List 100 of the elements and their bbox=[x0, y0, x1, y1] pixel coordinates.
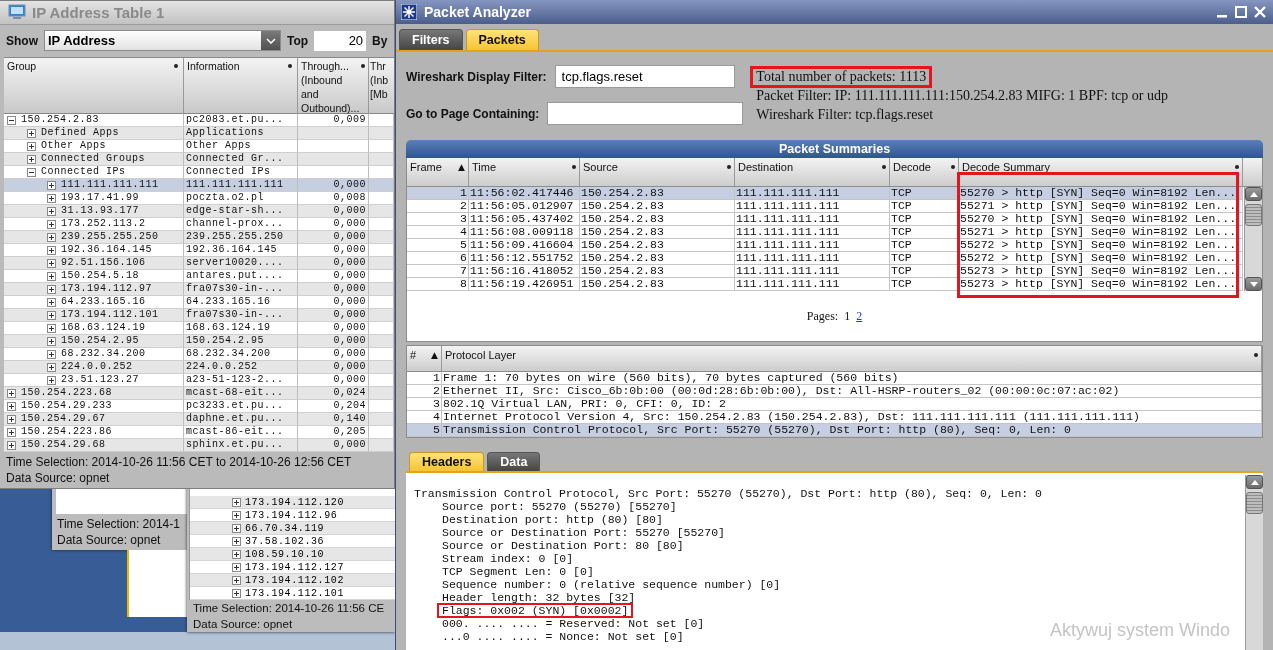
expand-icon[interactable] bbox=[47, 271, 56, 281]
tree-item[interactable]: Other Apps bbox=[41, 140, 106, 152]
tree-item[interactable]: Header length: 32 bytes [32] bbox=[442, 591, 636, 604]
tree-item[interactable]: 150.254.5.18 bbox=[61, 270, 139, 282]
table-row[interactable]: 8 11:56:19.426951 150.254.2.83 111.111.111.111 TCP 55273 > http [SYN] Seq=0 Win=8192 Len... bbox=[407, 278, 1243, 291]
tree-item[interactable]: Sequence number: 0 (relative sequence number) [0] bbox=[442, 578, 781, 591]
tree-item[interactable]: Stream index: 0 [0] bbox=[442, 552, 574, 565]
expand-icon[interactable] bbox=[27, 154, 36, 164]
table-row[interactable]: 5 11:56:09.416604 150.254.2.83 111.111.111.111 TCP 55272 > http [SYN] Seq=0 Win=8192 Len... bbox=[407, 239, 1243, 252]
column-header[interactable]: Destination bbox=[738, 160, 878, 174]
table-row[interactable]: 150.254.2.95 150.254.2.95 0,000 bbox=[4, 335, 394, 348]
column-header[interactable]: Decode bbox=[893, 160, 947, 174]
expand-icon[interactable] bbox=[47, 245, 56, 255]
table-row[interactable]: 2 11:56:05.012907 150.254.2.83 111.111.111.111 TCP 55271 > http [SYN] Seq=0 Win=8192 Len... bbox=[407, 200, 1243, 213]
expand-icon[interactable] bbox=[232, 510, 241, 520]
tree-item[interactable]: 150.254.2.95 bbox=[61, 335, 139, 347]
tab[interactable]: Data bbox=[487, 452, 541, 471]
tree-item[interactable]: 150.254.223.68 bbox=[21, 387, 112, 399]
collapse-icon[interactable] bbox=[27, 167, 36, 177]
expand-icon[interactable] bbox=[7, 401, 16, 411]
tree-item[interactable]: 224.0.0.252 bbox=[61, 361, 133, 373]
tree-item[interactable]: Source port: 55270 (55270) [55270] bbox=[442, 500, 677, 513]
tree-item[interactable]: 150.254.29.68 bbox=[21, 439, 106, 451]
expand-icon[interactable] bbox=[47, 206, 56, 216]
column-header[interactable]: Frame bbox=[410, 160, 455, 174]
expand-icon[interactable] bbox=[47, 336, 56, 346]
scrollbar[interactable] bbox=[1245, 475, 1263, 650]
dropdown[interactable]: IP Address bbox=[44, 30, 281, 52]
table-row[interactable]: 3 802.1Q Virtual LAN, PRI: 0, CFI: 0, ID: 2 bbox=[407, 398, 1262, 411]
expand-icon[interactable] bbox=[27, 128, 36, 138]
column-header[interactable]: Source bbox=[583, 160, 723, 174]
table-row[interactable]: 92.51.156.106 server10020.... 0,000 bbox=[4, 257, 394, 270]
expand-icon[interactable] bbox=[7, 440, 16, 450]
expand-icon[interactable] bbox=[47, 284, 56, 294]
search-field[interactable] bbox=[547, 102, 744, 125]
expand-icon[interactable] bbox=[47, 362, 56, 372]
table-row[interactable]: 1 Frame 1: 70 bytes on wire (560 bits), 70 bytes captured (560 bits) bbox=[407, 372, 1262, 385]
tree-item[interactable]: Flags: 0x002 (SYN) [0x0002] bbox=[437, 603, 634, 618]
page-link[interactable]: 1 bbox=[844, 308, 851, 324]
expand-icon[interactable] bbox=[232, 536, 241, 546]
expand-icon[interactable] bbox=[47, 375, 56, 385]
tree-item[interactable]: 168.63.124.19 bbox=[61, 322, 146, 334]
tree-item[interactable]: 000. .... .... = Reserved: Not set [0] bbox=[442, 617, 705, 630]
tree-item[interactable]: 111.111.111.111 bbox=[61, 179, 159, 191]
table-row[interactable]: 150.254.223.68 mcast-68-eit... 0,024 bbox=[4, 387, 394, 400]
tree-item[interactable]: 173.194.112.96 bbox=[245, 509, 338, 521]
expand-icon[interactable] bbox=[47, 258, 56, 268]
table-row[interactable]: 5 Transmission Control Protocol, Src Port: 55270 (55270), Dst Port: http (80), Seq: 0, Len: 0 bbox=[407, 424, 1262, 437]
column-header[interactable]: Information bbox=[187, 59, 240, 73]
collapse-icon[interactable] bbox=[7, 115, 16, 125]
expand-icon[interactable] bbox=[47, 310, 56, 320]
scroll-down-button[interactable] bbox=[1245, 277, 1262, 291]
column-header[interactable]: Thr (Inb [Mb bbox=[370, 59, 393, 101]
expand-icon[interactable] bbox=[47, 180, 56, 190]
table-row[interactable]: 6 11:56:12.551752 150.254.2.83 111.111.111.111 TCP 55272 > http [SYN] Seq=0 Win=8192 Len... bbox=[407, 252, 1243, 265]
tab[interactable]: Filters bbox=[399, 29, 463, 50]
tree-item[interactable]: 92.51.156.106 bbox=[61, 257, 146, 269]
expand-icon[interactable] bbox=[232, 575, 241, 585]
table-row[interactable]: 2 Ethernet II, Src: Cisco_6b:0b:00 (00:0d:28:6b:0b:00), Dst: All-HSRP-routers_02 (00:00:0c:07:ac:02) bbox=[407, 385, 1262, 398]
expand-icon[interactable] bbox=[232, 549, 241, 559]
table-row[interactable]: 150.254.29.68 sphinx.et.pu... 0,000 bbox=[4, 439, 394, 452]
table-row[interactable]: Defined Apps Applications bbox=[4, 127, 394, 140]
column-header[interactable]: Group bbox=[7, 59, 37, 73]
close-icon[interactable] bbox=[1253, 5, 1267, 19]
table-row[interactable]: 173.194.112.101 fra07s30-in-... 0,000 bbox=[4, 309, 394, 322]
table-row[interactable]: 1 11:56:02.417446 150.254.2.83 111.111.111.111 TCP 55270 > http [SYN] Seq=0 Win=8192 Len... bbox=[407, 187, 1243, 200]
table-row[interactable]: 4 11:56:08.009118 150.254.2.83 111.111.111.111 TCP 55271 > http [SYN] Seq=0 Win=8192 Len... bbox=[407, 226, 1243, 239]
tree-item[interactable]: Transmission Control Protocol, Src Port: 55270 (55270), Dst Port: http (80), Seq: 0, Len: 0 bbox=[414, 487, 1042, 500]
expand-icon[interactable] bbox=[47, 232, 56, 242]
tree-item[interactable]: Connected Groups bbox=[41, 153, 145, 165]
table-row[interactable]: 3 11:56:05.437402 150.254.2.83 111.111.111.111 TCP 55270 > http [SYN] Seq=0 Win=8192 Len... bbox=[407, 213, 1243, 226]
number-field[interactable]: 20 bbox=[314, 30, 367, 51]
column-header[interactable]: Decode Summary bbox=[962, 160, 1231, 174]
tree-item[interactable]: TCP Segment Len: 0 [0] bbox=[442, 565, 594, 578]
expand-icon[interactable] bbox=[7, 414, 16, 424]
expand-icon[interactable] bbox=[232, 562, 241, 572]
tree-item[interactable]: 31.13.93.177 bbox=[61, 205, 139, 217]
table-row[interactable]: 150.254.29.67 daphne.et.pu... 0,140 bbox=[4, 413, 394, 426]
column-header[interactable]: Through... (Inbound and Outbound)... bbox=[301, 59, 360, 115]
column-header[interactable]: # bbox=[410, 348, 428, 362]
tree-item[interactable]: Source or Destination Port: 55270 [55270] bbox=[442, 526, 725, 539]
tree-item[interactable]: 68.232.34.200 bbox=[61, 348, 146, 360]
filter-field[interactable]: tcp.flags.reset bbox=[554, 65, 735, 88]
table-row[interactable]: 224.0.0.252 224.0.0.252 0,000 bbox=[4, 361, 394, 374]
expand-icon[interactable] bbox=[47, 219, 56, 229]
tree-item[interactable]: Defined Apps bbox=[41, 127, 119, 139]
tree-item[interactable]: 239.255.255.250 bbox=[61, 231, 159, 243]
expand-icon[interactable] bbox=[47, 297, 56, 307]
column-header[interactable]: Time bbox=[472, 160, 568, 174]
tree-item[interactable]: 173.252.113.2 bbox=[61, 218, 146, 230]
sort-icon[interactable]: ▲ bbox=[431, 348, 438, 362]
table-row[interactable]: 239.255.255.250 239.255.255.250 0,000 bbox=[4, 231, 394, 244]
tree-item[interactable]: 150.254.2.83 bbox=[21, 114, 99, 126]
tree-item[interactable]: Source or Destination Port: 80 [80] bbox=[442, 539, 684, 552]
sort-icon[interactable]: ▲ bbox=[458, 160, 465, 174]
tree-item[interactable]: Destination port: http (80) [80] bbox=[442, 513, 663, 526]
tree-item[interactable]: 150.254.223.86 bbox=[21, 426, 112, 438]
tree-item[interactable]: 150.254.29.233 bbox=[21, 400, 112, 412]
tree-item[interactable]: Connected IPs bbox=[41, 166, 126, 178]
maximize-button[interactable] bbox=[1234, 5, 1248, 19]
